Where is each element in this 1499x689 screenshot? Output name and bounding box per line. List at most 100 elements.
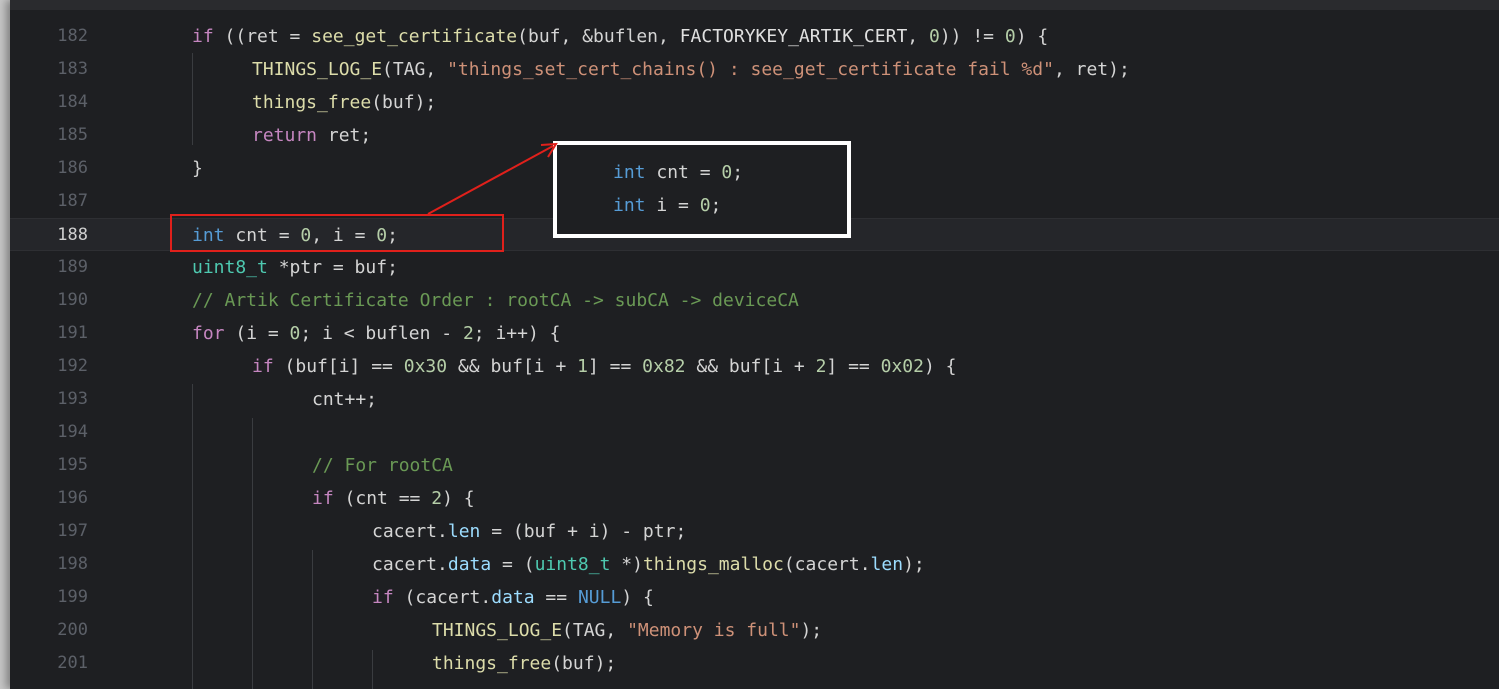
line-number: 197	[57, 521, 88, 541]
callout-box: int cnt = 0; int i = 0;	[553, 141, 851, 238]
code-token: 0	[1004, 26, 1016, 47]
code-text: uint8_t *ptr = buf;	[192, 251, 398, 284]
code-token: 0	[928, 26, 940, 47]
indent-guide	[252, 418, 253, 689]
code-token: ; i < buflen -	[300, 323, 463, 344]
editor-top-edge	[10, 0, 1499, 10]
code-token: ) {	[442, 488, 475, 509]
code-token: "things_set_cert_chains() : see_get_cert…	[447, 59, 1054, 80]
code-line[interactable]: 189 uint8_t *ptr = buf;	[10, 251, 1499, 284]
code-text: }	[192, 152, 203, 185]
code-token: ) {	[1015, 26, 1049, 47]
callout-text: i =	[645, 195, 700, 216]
code-token: (TAG,	[382, 59, 448, 80]
code-token: 2	[462, 323, 474, 344]
line-number: 183	[57, 59, 88, 79]
code-text: cacert.len = (buf + i) - ptr;	[372, 515, 686, 548]
code-line[interactable]: 190 // Artik Certificate Order : rootCA -…	[10, 284, 1499, 317]
callout-text: cnt =	[645, 162, 722, 183]
code-token: =	[278, 26, 312, 47]
code-text: cnt++;	[312, 383, 377, 416]
code-token: NULL	[577, 587, 622, 608]
code-text: things_free(buf);	[252, 86, 436, 119]
code-line[interactable]: 184 things_free(buf);	[10, 86, 1499, 119]
callout-text: ;	[732, 162, 744, 183]
code-text: if (cacert.data == NULL) {	[372, 581, 654, 614]
code-token: (cacert.	[393, 587, 492, 608]
code-token: THINGS_LOG_E	[252, 59, 383, 80]
code-token: (buf[i] ==	[273, 356, 404, 377]
code-token: ) {	[621, 587, 654, 608]
code-line[interactable]: 193 cnt++;	[10, 383, 1499, 416]
indent-guide	[192, 384, 193, 689]
code-token: uint8_t	[192, 257, 268, 278]
code-token: }	[192, 158, 203, 179]
line-number: 187	[57, 191, 88, 211]
callout-line-1: int cnt = 0;	[613, 156, 743, 189]
code-token: ((	[213, 26, 247, 47]
line-number: 191	[57, 323, 88, 343]
code-line[interactable]: 199 if (cacert.data == NULL) {	[10, 581, 1499, 614]
code-token: "Memory is full"	[627, 620, 801, 641]
code-line[interactable]: 201 things_free(buf);	[10, 647, 1499, 680]
code-token: for	[192, 323, 225, 344]
callout-num: 0	[699, 195, 711, 216]
code-token: ] ==	[587, 356, 643, 377]
code-line[interactable]: 197 cacert.len = (buf + i) - ptr;	[10, 515, 1499, 548]
code-line[interactable]: 200 THINGS_LOG_E(TAG, "Memory is full");	[10, 614, 1499, 647]
code-token: && buf[i +	[447, 356, 578, 377]
line-number: 185	[57, 125, 88, 145]
indent-guide	[312, 550, 313, 689]
code-token: ==	[534, 587, 578, 608]
code-token: *)	[610, 554, 643, 575]
code-token: );	[800, 620, 823, 641]
code-token: = (buf + i) - ptr;	[480, 521, 687, 542]
callout-kw: int	[613, 162, 646, 183]
code-token: cacert.	[372, 521, 448, 542]
code-token: len	[870, 554, 904, 575]
code-line[interactable]: 183 THINGS_LOG_E(TAG, "things_set_cert_ch…	[10, 53, 1499, 86]
callout-kw: int	[613, 195, 646, 216]
code-token: 0x82	[642, 356, 686, 377]
line-number: 192	[57, 356, 88, 376]
code-token: ; i++) {	[473, 323, 561, 344]
line-number: 182	[57, 26, 88, 46]
code-token: (buf, &buflen,	[517, 26, 680, 47]
code-line[interactable]: 182 if ((ret = see_get_certificate(buf, &…	[10, 20, 1499, 53]
code-token: things_malloc	[642, 554, 784, 575]
code-token: , ret);	[1053, 59, 1130, 80]
line-number: 193	[57, 389, 88, 409]
code-line[interactable]: 198 cacert.data = (uint8_t *)things_mallo…	[10, 548, 1499, 581]
code-token: if	[312, 488, 334, 509]
line-number: 201	[57, 653, 88, 673]
code-token: 1	[577, 356, 588, 377]
code-token: len	[447, 521, 481, 542]
code-token: 0	[289, 323, 301, 344]
code-text: THINGS_LOG_E(TAG, "Memory is full");	[432, 614, 822, 647]
code-line[interactable]: 195 // For rootCA	[10, 449, 1499, 482]
callout-text: ;	[710, 195, 722, 216]
code-line[interactable]: 191 for (i = 0; i < buflen - 2; i++) {	[10, 317, 1499, 350]
code-token: 2	[815, 356, 827, 377]
code-editor-window: 182 if ((ret = see_get_certificate(buf, &…	[10, 0, 1499, 689]
code-token: data	[447, 554, 492, 575]
indent-guide	[192, 53, 193, 145]
code-text: // For rootCA	[312, 449, 453, 482]
code-token: uint8_t	[534, 554, 611, 575]
code-line[interactable]: 194	[10, 416, 1499, 449]
code-text: if (cnt == 2) {	[312, 482, 475, 515]
code-token: FACTORYKEY_ARTIK_CERT	[679, 26, 908, 47]
code-text: if ((ret = see_get_certificate(buf, &buf…	[192, 20, 1048, 53]
code-line[interactable]: 192 if (buf[i] == 0x30 && buf[i + 1] == 0…	[10, 350, 1499, 383]
code-token: (buf);	[551, 653, 617, 674]
code-token: ) {	[923, 356, 957, 377]
code-token: things_free	[432, 653, 552, 674]
code-text: for (i = 0; i < buflen - 2; i++) {	[192, 317, 561, 350]
code-token: (cacert.	[783, 554, 871, 575]
code-token: && buf[i +	[685, 356, 816, 377]
code-token: cnt++;	[312, 389, 378, 410]
code-token: ret	[246, 26, 279, 47]
code-text: return ret;	[252, 119, 371, 152]
code-line[interactable]: 196 if (cnt == 2) {	[10, 482, 1499, 515]
code-token: 0x02	[880, 356, 924, 377]
